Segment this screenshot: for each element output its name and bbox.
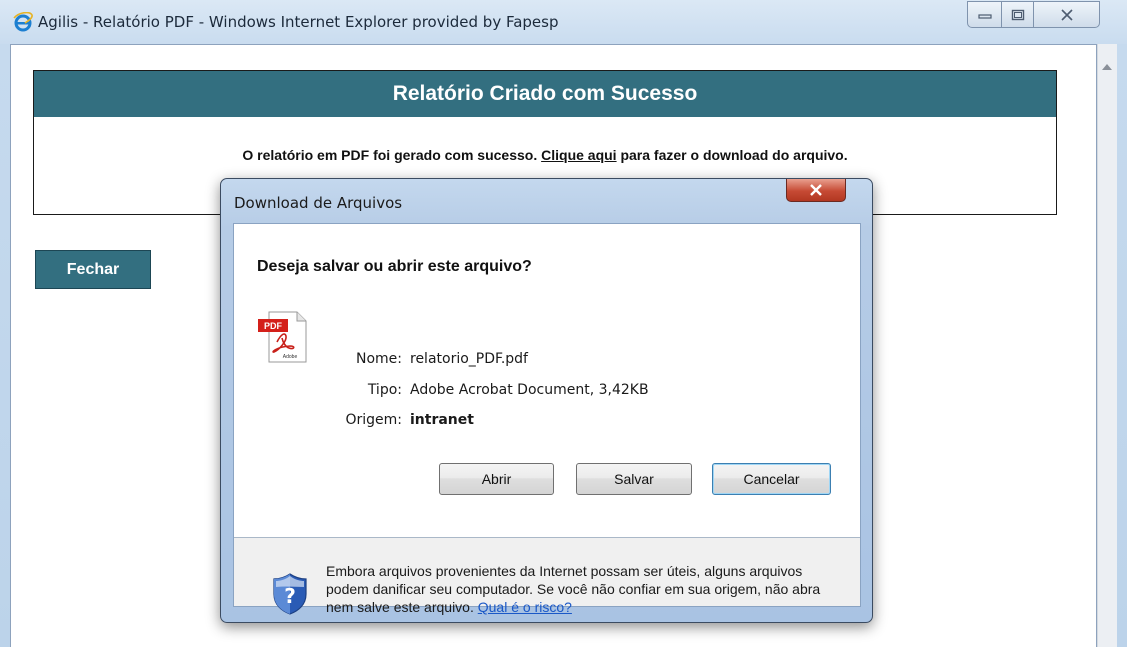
file-name-value: relatorio_PDF.pdf bbox=[410, 351, 528, 367]
download-dialog: Download de Arquivos Deseja salvar ou ab… bbox=[220, 178, 873, 623]
file-name-label: Nome: bbox=[355, 351, 402, 367]
ie-window: Agilis - Relatório PDF - Windows Interne… bbox=[0, 0, 1127, 647]
dialog-body: Deseja salvar ou abrir este arquivo? PDF… bbox=[233, 223, 861, 615]
minimize-icon bbox=[977, 13, 992, 19]
minimize-button[interactable] bbox=[967, 1, 1002, 28]
close-icon bbox=[1060, 8, 1073, 21]
window-close-button[interactable] bbox=[1033, 1, 1100, 28]
report-message: O relatório em PDF foi gerado com sucess… bbox=[34, 147, 1056, 163]
maximize-icon bbox=[1011, 9, 1024, 20]
open-button[interactable]: Abrir bbox=[439, 463, 554, 495]
cancel-button[interactable]: Cancelar bbox=[712, 463, 831, 495]
report-header: Relatório Criado com Sucesso bbox=[34, 71, 1056, 117]
download-link[interactable]: Clique aqui bbox=[541, 147, 616, 163]
save-button[interactable]: Salvar bbox=[576, 463, 692, 495]
file-origin-label: Origem: bbox=[345, 412, 402, 428]
risk-link[interactable]: Qual é o risco? bbox=[478, 599, 572, 615]
close-icon bbox=[810, 184, 822, 196]
title-bar: Agilis - Relatório PDF - Windows Interne… bbox=[0, 0, 1127, 44]
shield-help-icon: ? bbox=[273, 573, 307, 615]
dialog-title: Download de Arquivos bbox=[234, 194, 403, 212]
warning-text: Embora arquivos provenientes da Internet… bbox=[326, 563, 821, 615]
internet-explorer-icon bbox=[13, 12, 33, 32]
pdf-icon-label: PDF bbox=[264, 321, 283, 331]
vertical-scrollbar[interactable] bbox=[1097, 44, 1117, 647]
message-text-end: para fazer o download do arquivo. bbox=[620, 147, 848, 163]
dialog-close-button[interactable] bbox=[786, 179, 846, 202]
window-title: Agilis - Relatório PDF - Windows Interne… bbox=[38, 13, 559, 31]
svg-text:?: ? bbox=[284, 584, 296, 608]
file-origin-value: intranet bbox=[410, 412, 474, 428]
close-page-button[interactable]: Fechar bbox=[35, 250, 151, 289]
message-text: O relatório em PDF foi gerado com sucess… bbox=[242, 147, 538, 163]
maximize-button[interactable] bbox=[1001, 1, 1034, 28]
file-type-value: Adobe Acrobat Document, 3,42KB bbox=[410, 382, 649, 398]
scroll-up-arrow-icon[interactable] bbox=[1102, 64, 1112, 70]
dialog-question: Deseja salvar ou abrir este arquivo? bbox=[257, 258, 532, 275]
security-warning: Embora arquivos provenientes da Internet… bbox=[326, 562, 846, 616]
file-type-label: Tipo: bbox=[367, 382, 402, 398]
